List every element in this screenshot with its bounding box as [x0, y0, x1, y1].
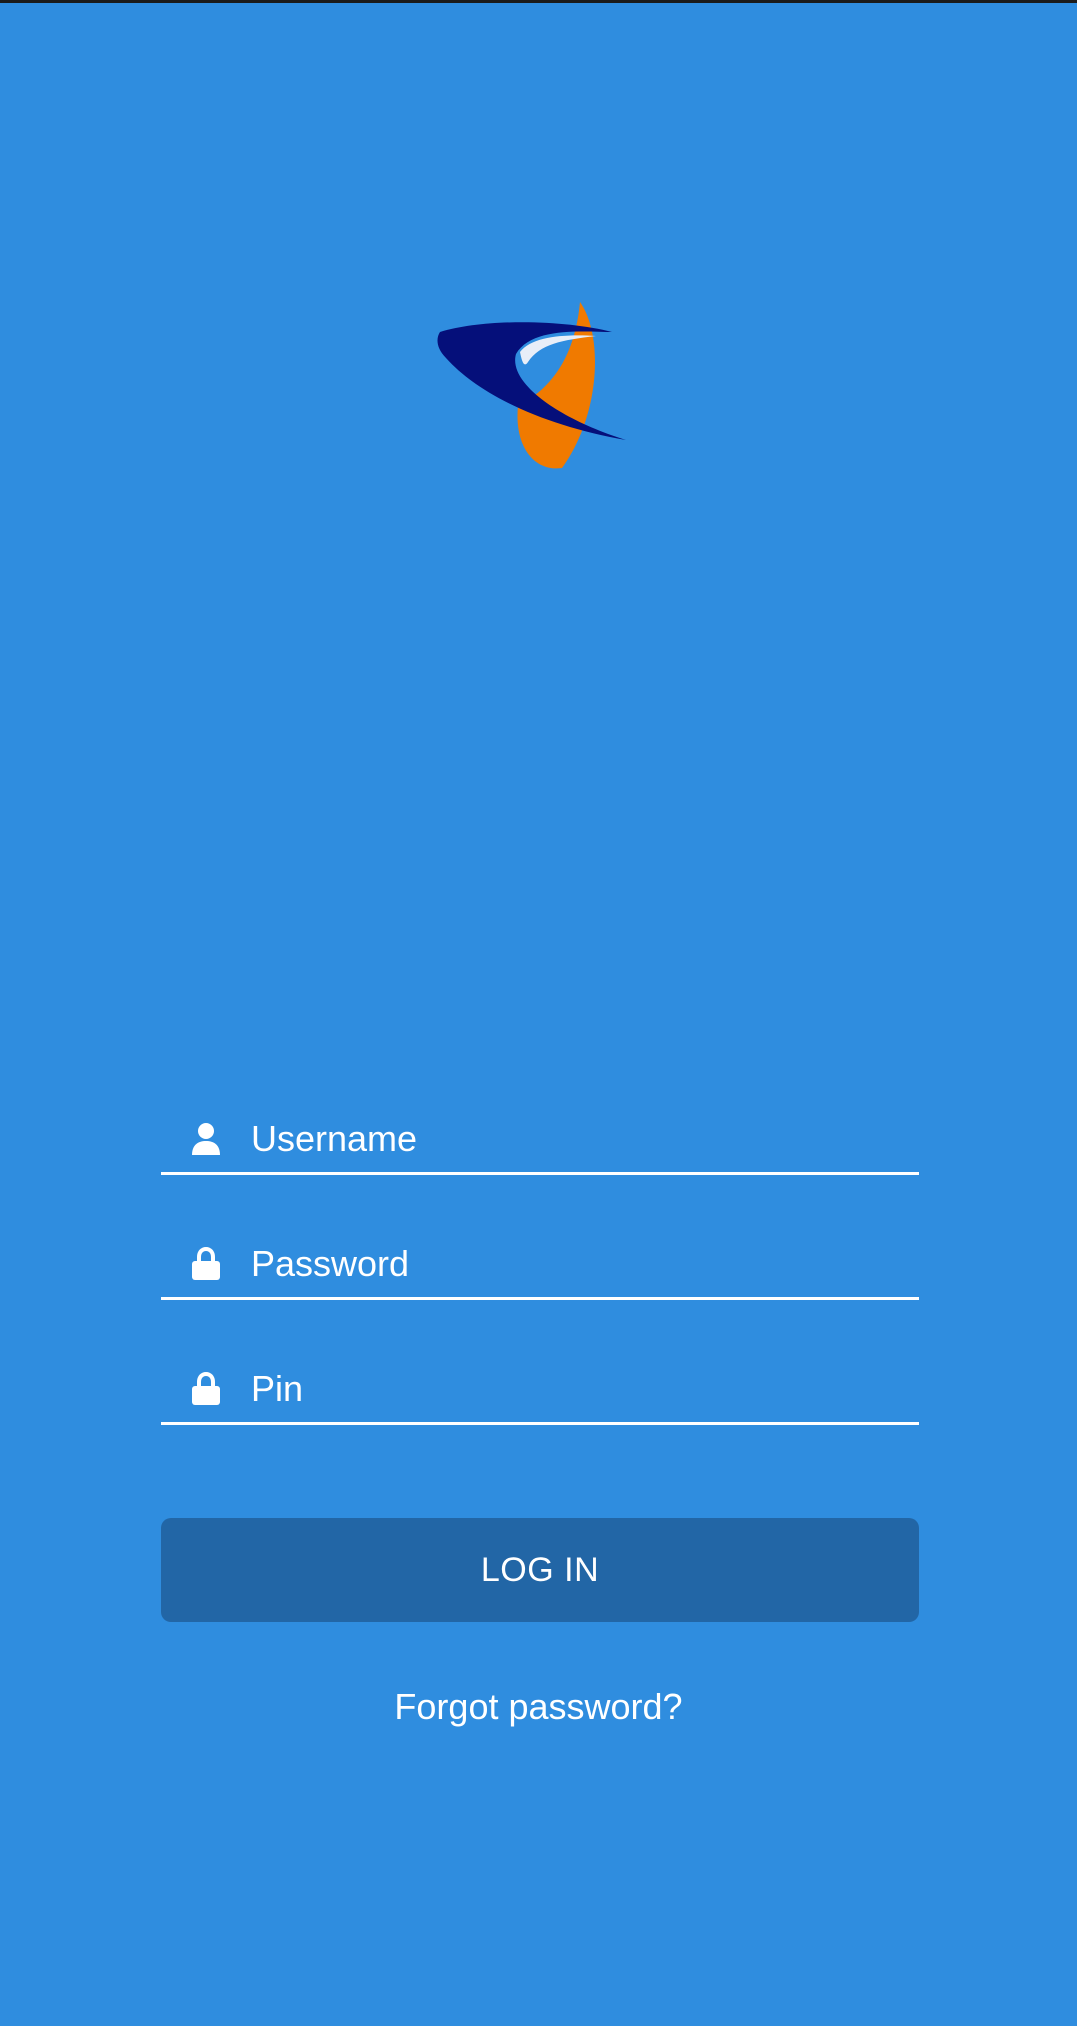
username-field[interactable] — [161, 1108, 919, 1175]
password-input[interactable] — [251, 1239, 891, 1289]
lock-icon — [191, 1372, 221, 1406]
lock-icon — [191, 1247, 221, 1281]
username-input[interactable] — [251, 1114, 891, 1164]
logo-image — [437, 302, 626, 469]
user-icon — [191, 1122, 221, 1156]
password-field[interactable] — [161, 1233, 919, 1300]
login-button[interactable]: LOG IN — [161, 1518, 919, 1622]
top-border — [0, 0, 1077, 3]
pin-field[interactable] — [161, 1358, 919, 1425]
pin-input[interactable] — [251, 1364, 891, 1414]
forgot-password-link[interactable]: Forgot password? — [0, 1686, 1077, 1728]
brand-logo — [436, 296, 632, 474]
